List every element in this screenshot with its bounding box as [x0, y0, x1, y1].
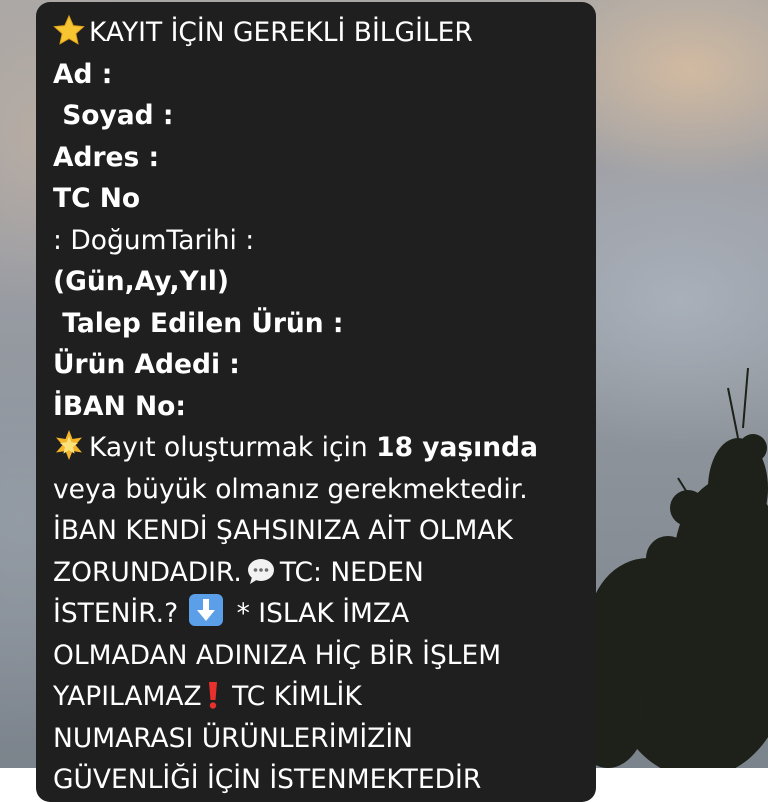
- field-urun-adedi: Ürün Adedi :: [53, 349, 240, 380]
- note-age: 18 yaşında: [376, 432, 538, 463]
- field-soyad: Soyad :: [53, 100, 174, 131]
- field-ad: Ad :: [53, 58, 113, 90]
- star-icon: [53, 14, 85, 45]
- note-intro: Kayıt oluşturmak için: [89, 432, 377, 463]
- exclamation-icon: [208, 682, 217, 709]
- note-line-4a: ZORUNDADIR.: [53, 556, 242, 588]
- note-line-9: GÜVENLİĞİ İÇİN İSTENMEKTEDİR: [53, 764, 482, 795]
- down-arrow-icon: [189, 594, 224, 626]
- note-line-7a: YAPILAMAZ: [53, 681, 202, 712]
- field-tc-no: TC No: [53, 183, 141, 214]
- note-line-6: OLMADAN ADINIZA HİÇ BİR İŞLEM: [53, 639, 502, 671]
- note-line-2: veya büyük olmanız gerekmektedir.: [53, 473, 528, 505]
- note-line-3: İBAN KENDİ ŞAHSINIZA AİT OLMAK: [53, 515, 513, 546]
- field-adres: Adres :: [53, 141, 160, 173]
- note-line-5a: İSTENİR.?: [53, 598, 179, 629]
- field-iban: İBAN No:: [53, 390, 186, 422]
- note-line-8: NUMARASI ÜRÜNLERİMİZİN: [53, 722, 413, 754]
- tree-silhouette: [578, 368, 768, 768]
- glowing-star-icon: [56, 430, 82, 460]
- note-line-4b: TC: NEDEN: [279, 556, 424, 588]
- field-talep-urun: Talep Edilen Ürün :: [53, 307, 344, 339]
- note-line-5b: * ISLAK İMZA: [228, 598, 410, 629]
- message-title: KAYIT İÇİN GEREKLİ BİLGİLER: [89, 17, 473, 48]
- field-date-format: (Gün,Ay,Yıl): [53, 266, 229, 297]
- field-dogum-tarihi: : DoğumTarihi :: [53, 224, 255, 256]
- message-text: KAYIT İÇİN GEREKLİ BİLGİLER Ad : Soyad :…: [53, 12, 583, 801]
- speech-bubble-icon: [247, 558, 274, 584]
- note-line-7b: TC KİMLİK: [223, 681, 362, 712]
